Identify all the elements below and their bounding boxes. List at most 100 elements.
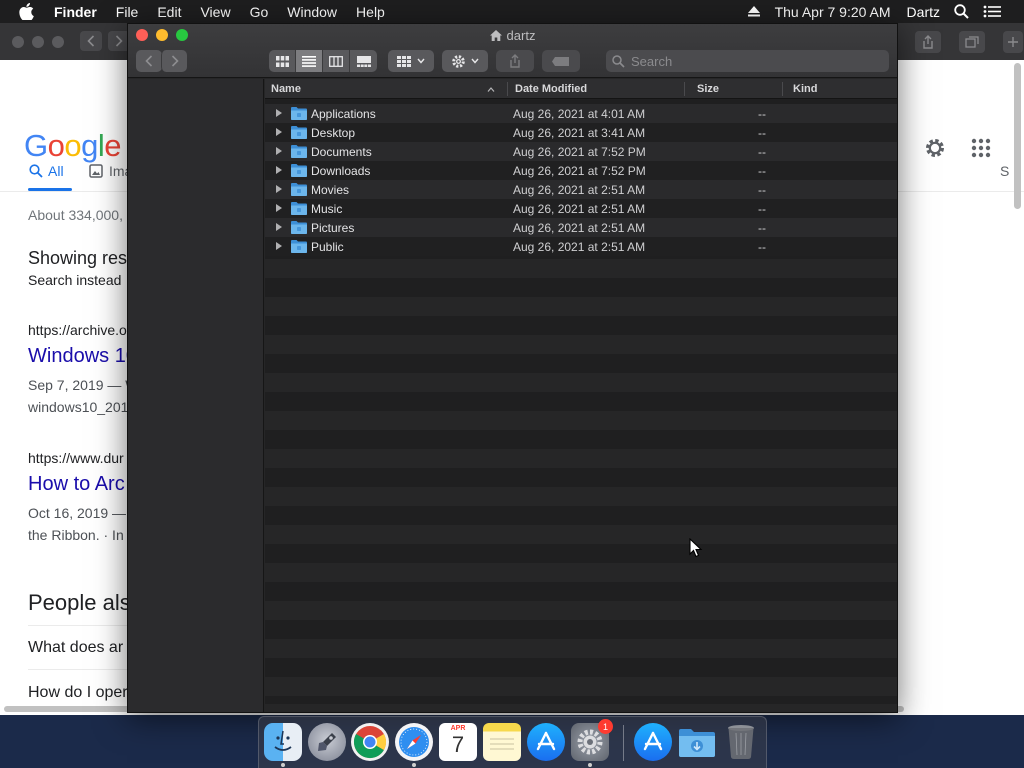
edit-tags-button[interactable] <box>542 50 580 72</box>
browser-share-button[interactable] <box>915 31 941 53</box>
browser-zoom-button[interactable] <box>52 36 64 48</box>
file-row[interactable]: Pictures Aug 26, 2021 at 2:51 AM -- <box>265 218 897 237</box>
column-separator[interactable] <box>782 82 783 96</box>
control-center-icon[interactable] <box>983 5 1001 18</box>
result-title-link[interactable]: Windows 10 <box>28 345 137 368</box>
column-header-name[interactable]: Name <box>271 83 301 95</box>
column-view-button[interactable] <box>323 50 350 72</box>
eject-icon[interactable] <box>747 6 760 17</box>
menu-clock[interactable]: Thu Apr 7 9:20 AM <box>775 4 891 20</box>
menu-help[interactable]: Help <box>356 4 385 20</box>
share-button[interactable] <box>496 50 534 72</box>
search-field[interactable] <box>606 50 889 72</box>
result-snippet: windows10_201 <box>28 399 129 415</box>
running-indicator <box>412 763 416 767</box>
result-url[interactable]: https://www.dur <box>28 450 124 466</box>
search-icon <box>29 164 43 178</box>
downloads-folder-icon[interactable] <box>678 723 716 761</box>
tab-all[interactable]: All <box>29 163 64 179</box>
result-url[interactable]: https://archive.o <box>28 322 127 338</box>
browser-tabs-button[interactable] <box>959 31 985 53</box>
file-row[interactable]: Applications Aug 26, 2021 at 4:01 AM -- <box>265 104 897 123</box>
finder-toolbar: dartz <box>128 24 897 78</box>
menu-app-name[interactable]: Finder <box>54 4 97 20</box>
showing-results-text: Showing res <box>28 248 128 268</box>
column-header-kind[interactable]: Kind <box>793 83 817 95</box>
file-row[interactable]: Desktop Aug 26, 2021 at 3:41 AM -- <box>265 123 897 142</box>
file-name: Movies <box>311 183 350 197</box>
group-icon <box>397 55 411 67</box>
apple-icon[interactable] <box>19 3 41 20</box>
back-button[interactable] <box>136 50 162 72</box>
action-menu-button[interactable] <box>442 50 488 72</box>
calendar-icon[interactable]: APR 7 <box>439 723 477 761</box>
menu-edit[interactable]: Edit <box>157 4 181 20</box>
disclosure-triangle-icon[interactable] <box>276 185 282 193</box>
file-size: -- <box>758 240 766 254</box>
menu-go[interactable]: Go <box>250 4 269 20</box>
safari-icon[interactable] <box>395 723 433 761</box>
calendar-day: 7 <box>451 732 465 757</box>
launchpad-icon[interactable] <box>308 723 346 761</box>
notes-icon[interactable] <box>483 723 521 761</box>
menu-file[interactable]: File <box>116 4 139 20</box>
folder-icon <box>291 107 307 120</box>
file-row[interactable]: Downloads Aug 26, 2021 at 7:52 PM -- <box>265 161 897 180</box>
result-title-link[interactable]: How to Arc <box>28 473 125 496</box>
vertical-scrollbar[interactable] <box>1014 63 1021 209</box>
file-row[interactable]: Music Aug 26, 2021 at 2:51 AM -- <box>265 199 897 218</box>
gallery-view-button[interactable] <box>350 50 377 72</box>
disclosure-triangle-icon[interactable] <box>276 109 282 117</box>
gear-icon[interactable] <box>923 136 947 165</box>
list-view-button[interactable] <box>296 50 323 72</box>
file-row[interactable]: Public Aug 26, 2021 at 2:51 AM -- <box>265 237 897 256</box>
spotlight-icon[interactable] <box>954 4 969 19</box>
disclosure-triangle-icon[interactable] <box>276 128 282 136</box>
browser-new-tab-button[interactable] <box>1003 31 1023 53</box>
tabs-icon <box>965 36 979 48</box>
google-logo[interactable]: Google <box>24 128 122 164</box>
file-date-modified: Aug 26, 2021 at 4:01 AM <box>513 107 646 121</box>
file-name: Applications <box>311 107 376 121</box>
tab-images[interactable]: Ima <box>89 163 132 179</box>
forward-button[interactable] <box>161 50 187 72</box>
trash-icon[interactable] <box>722 723 760 761</box>
browser-minimize-button[interactable] <box>32 36 44 48</box>
tab-tools[interactable]: S <box>1000 163 1009 179</box>
disclosure-triangle-icon[interactable] <box>276 223 282 231</box>
menu-window[interactable]: Window <box>287 4 337 20</box>
chevron-down-icon <box>471 58 479 64</box>
menu-user[interactable]: Dartz <box>907 4 940 20</box>
column-header-date-modified[interactable]: Date Modified <box>515 83 587 95</box>
file-row[interactable]: Movies Aug 26, 2021 at 2:51 AM -- <box>265 180 897 199</box>
app-store-icon[interactable] <box>634 723 672 761</box>
finder-icon[interactable] <box>264 723 302 761</box>
file-row[interactable]: Documents Aug 26, 2021 at 7:52 PM -- <box>265 142 897 161</box>
file-date-modified: Aug 26, 2021 at 2:51 AM <box>513 183 646 197</box>
browser-close-button[interactable] <box>12 36 24 48</box>
disclosure-triangle-icon[interactable] <box>276 147 282 155</box>
apps-grid-icon[interactable] <box>971 138 991 163</box>
file-name: Public <box>311 240 344 254</box>
people-also-ask-question[interactable]: What does ar <box>28 639 123 657</box>
group-by-button[interactable] <box>388 50 434 72</box>
folder-icon <box>291 183 307 196</box>
app-store-icon[interactable] <box>527 723 565 761</box>
menu-view[interactable]: View <box>200 4 230 20</box>
chevron-left-icon <box>87 35 95 47</box>
people-also-ask-question[interactable]: How do I oper <box>28 684 128 702</box>
column-separator[interactable] <box>684 82 685 96</box>
menu-bar: Finder File Edit View Go Window Help Thu… <box>0 0 1024 23</box>
icon-view-button[interactable] <box>269 50 296 72</box>
disclosure-triangle-icon[interactable] <box>276 204 282 212</box>
column-separator[interactable] <box>507 82 508 96</box>
column-header-size[interactable]: Size <box>697 83 719 95</box>
disclosure-triangle-icon[interactable] <box>276 242 282 250</box>
search-instead-link[interactable]: Search instead <box>28 272 121 288</box>
tag-icon <box>552 56 569 66</box>
chrome-icon[interactable] <box>351 723 389 761</box>
finder-sidebar <box>128 79 264 712</box>
search-input[interactable] <box>631 53 881 69</box>
browser-back-button[interactable] <box>80 31 102 51</box>
disclosure-triangle-icon[interactable] <box>276 166 282 174</box>
